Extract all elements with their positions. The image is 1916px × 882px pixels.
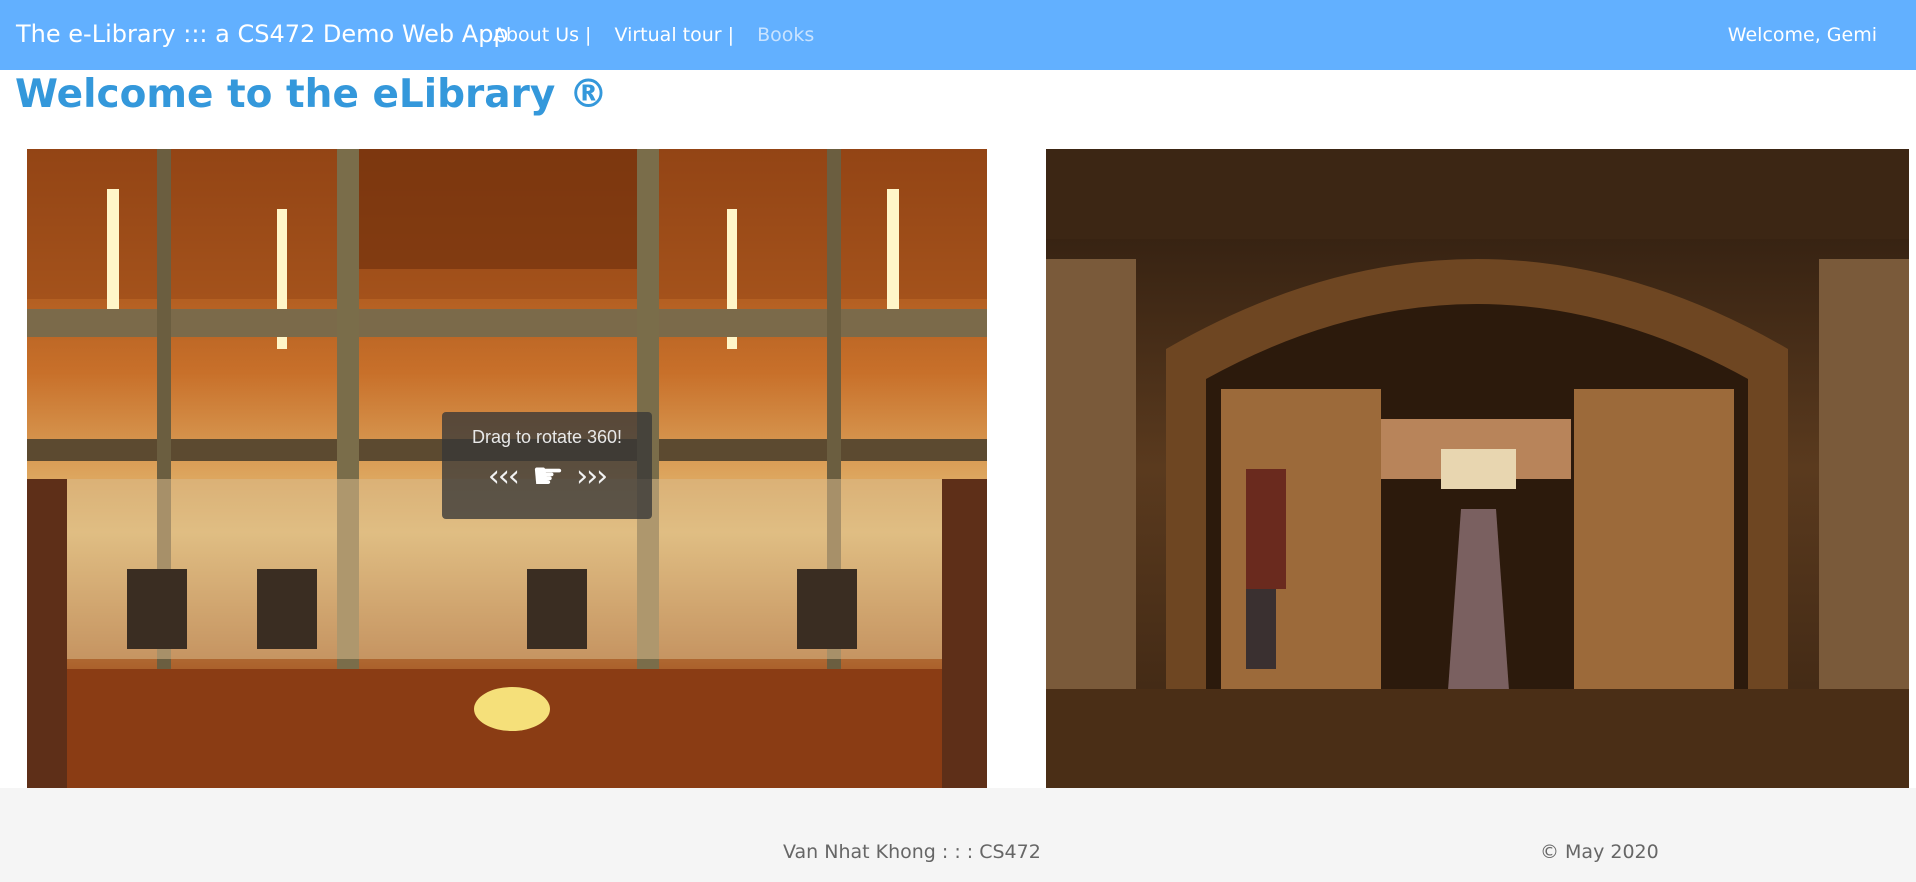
top-navbar: The e-Library ::: a CS472 Demo Web App A…: [0, 0, 1916, 70]
nav-books[interactable]: Books: [757, 24, 814, 46]
nav-about-us[interactable]: About Us |: [493, 24, 591, 46]
right-arrows-icon: ›››: [576, 459, 608, 494]
page-title: Welcome to the eLibrary ®: [15, 72, 608, 117]
welcome-user[interactable]: Welcome, Gemi: [1728, 24, 1877, 46]
rotate-hint-overlay: Drag to rotate 360! ‹‹‹ ☛ ›››: [442, 412, 652, 519]
rotate-hint-text: Drag to rotate 360!: [471, 427, 623, 447]
brand-link[interactable]: The e-Library ::: a CS472 Demo Web App: [16, 20, 509, 48]
left-arrows-icon: ‹‹‹: [487, 459, 520, 494]
library-photo: [1046, 149, 1909, 788]
footer-copyright: © May 2020: [1540, 841, 1659, 863]
nav-links: About Us | Virtual tour | Books: [493, 24, 831, 46]
footer-author: Van Nhat Khong : : : CS472: [783, 841, 1041, 863]
footer: Van Nhat Khong : : : CS472 © May 2020: [0, 788, 1916, 882]
panorama-viewer[interactable]: Drag to rotate 360! ‹‹‹ ☛ ›››: [27, 149, 987, 788]
library-aisle-image: [1046, 149, 1909, 788]
hand-pointer-icon: ☛: [531, 456, 564, 497]
nav-virtual-tour[interactable]: Virtual tour |: [615, 24, 735, 46]
